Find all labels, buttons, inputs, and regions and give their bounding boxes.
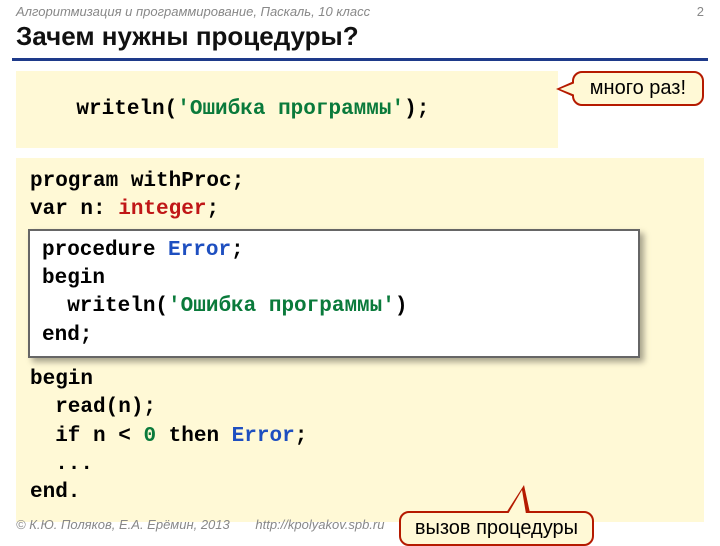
title-underline [12, 58, 708, 61]
identifier: writeln [76, 98, 164, 121]
header-meta: Алгоритмизация и программирование, Паска… [0, 0, 720, 19]
page-number: 2 [697, 4, 704, 19]
procedure-box: procedure Error; begin writeln('Ошибка п… [28, 229, 640, 358]
callout-many-times: много раз! [572, 71, 704, 106]
footer-url: http://kpolyakov.spb.ru [255, 517, 384, 532]
code-block: program withProc; var n: integer; proced… [16, 158, 704, 522]
procedure-code: procedure Error; begin writeln('Ошибка п… [42, 237, 626, 350]
page-title: Зачем нужны процедуры? [16, 21, 704, 52]
copyright: © К.Ю. Поляков, Е.А. Ерёмин, 2013 [16, 517, 230, 532]
main-code: begin read(n); if n < 0 then Error; ... … [30, 366, 690, 508]
callout-procedure-call: вызов процедуры [399, 511, 594, 546]
footer: © К.Ю. Поляков, Е.А. Ерёмин, 2013 http:/… [16, 517, 384, 532]
course-label: Алгоритмизация и программирование, Паска… [16, 4, 370, 19]
program-header: program withProc; var n: integer; [30, 168, 690, 225]
snippet-row: writeln('Ошибка программы'); много раз! [0, 71, 720, 148]
paren: ( [165, 98, 178, 121]
close: ); [404, 98, 429, 121]
code-snippet: writeln('Ошибка программы'); [16, 71, 558, 148]
string-literal: 'Ошибка программы' [177, 98, 404, 121]
